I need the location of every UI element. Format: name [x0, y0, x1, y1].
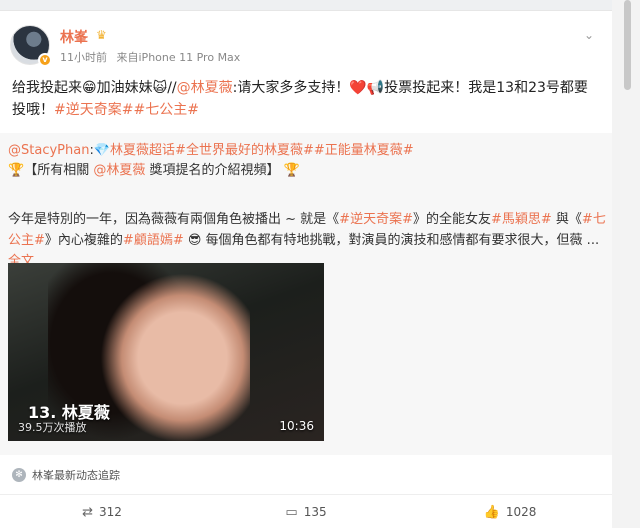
post-header: v 林峯 ♛ 11小时前 来自iPhone 11 Pro Max ⌄ [10, 25, 600, 69]
hashtag-link[interactable]: #全世界最好的林夏薇# [175, 143, 314, 158]
hashtag-link[interactable]: #正能量林夏薇# [314, 143, 414, 158]
trophy-emoji-icon: 🏆 [283, 163, 300, 178]
hashtag-link[interactable]: #逆天奇案# [339, 212, 413, 227]
video-play-count: 39.5万次播放 [18, 421, 87, 434]
quoted-text: 【所有相關 [24, 163, 90, 178]
comment-count: 135 [303, 505, 327, 519]
action-bar: ⇄ 312 ▭ 135 👍 1028 [0, 495, 612, 528]
trophy-emoji-icon: 🏆 [8, 163, 25, 178]
diamond-emoji-icon: 💎 [93, 143, 111, 158]
chevron-down-icon[interactable]: ⌄ [584, 29, 594, 41]
supertopic-icon: ✻ [12, 468, 26, 482]
hashtag-link[interactable]: #顧語嫣# [123, 233, 184, 248]
content-text: // [167, 80, 177, 96]
video-duration: 10:36 [279, 419, 314, 433]
quoted-post: @StacyPhan:💎林夏薇超话#全世界最好的林夏薇##正能量林夏薇# 🏆【所… [0, 133, 612, 455]
thumbs-up-icon: 👍 [483, 504, 500, 520]
like-count: 1028 [505, 505, 537, 519]
scrollbar[interactable] [612, 0, 640, 528]
verified-badge-icon: v [38, 53, 52, 67]
username[interactable]: 林峯 [60, 27, 88, 47]
quoted-text: 獎項提名的介紹視頻】 [149, 163, 280, 178]
repost-count: 312 [99, 505, 122, 519]
mention-link[interactable]: @林夏薇 [177, 80, 233, 96]
post-time[interactable]: 11小时前 [60, 51, 107, 64]
quoted-text: 每個角色都有特地挑戰，對演員的演技和感情都有要求很大，但薇 ... [201, 233, 600, 248]
cat-emoji-icon: 🙀 [152, 80, 168, 96]
hashtag-link[interactable]: #七公主# [133, 102, 198, 118]
quoted-text: 與《 [551, 212, 582, 227]
crown-icon: ♛ [96, 28, 107, 42]
source-bar[interactable]: ✻ 林峯最新动态追踪 [0, 455, 612, 495]
megaphone-emoji-icon: 📢 [366, 80, 385, 96]
post-content: 给我投起来😁加油妹妹🙀//@林夏薇:请大家多多支持！❤️📢投票投起来！我是13和… [12, 77, 598, 121]
quoted-text: 今年是特別的一年，因為薇薇有兩個角色被播出 ~ 就是《 [8, 212, 340, 227]
repost-button[interactable]: ⇄ 312 [0, 495, 204, 528]
post-card: v 林峯 ♛ 11小时前 来自iPhone 11 Pro Max ⌄ 给我投起来… [0, 10, 612, 528]
quoted-header: @StacyPhan:💎林夏薇超话#全世界最好的林夏薇##正能量林夏薇# 🏆【所… [8, 141, 604, 181]
hashtag-link[interactable]: #逆天奇案# [54, 102, 133, 118]
comment-icon: ▭ [285, 504, 298, 520]
supertopic-link[interactable]: 林夏薇超话 [110, 143, 175, 158]
hashtag-link[interactable]: #馬穎思# [491, 212, 552, 227]
like-button[interactable]: 👍 1028 [408, 495, 612, 528]
content-text: 加油妹妹 [96, 80, 153, 96]
quoted-text: 》的全能女友 [412, 212, 491, 227]
heart-emoji-icon: ❤️ [349, 80, 367, 96]
quoted-user-link[interactable]: @StacyPhan [8, 143, 89, 158]
comment-button[interactable]: ▭ 135 [204, 495, 408, 528]
content-text: :请大家多多支持！ [232, 80, 350, 96]
video-thumbnail[interactable]: 13. 林夏薇 39.5万次播放 10:36 [8, 263, 324, 441]
source-label[interactable]: 林峯最新动态追踪 [32, 467, 120, 483]
mention-link[interactable]: @林夏薇 [93, 163, 145, 178]
post-source: 来自iPhone 11 Pro Max [116, 51, 241, 64]
repost-icon: ⇄ [82, 504, 93, 520]
content-text: 给我投起来 [12, 80, 82, 96]
scrollbar-thumb[interactable] [624, 0, 631, 90]
grin-emoji-icon: 😁 [82, 80, 97, 96]
quoted-text: 》內心複雜的 [44, 233, 123, 248]
sunglasses-emoji-icon: 😎 [187, 233, 202, 248]
post-meta: 11小时前 来自iPhone 11 Pro Max [60, 49, 240, 65]
video-frame-face [100, 273, 250, 441]
